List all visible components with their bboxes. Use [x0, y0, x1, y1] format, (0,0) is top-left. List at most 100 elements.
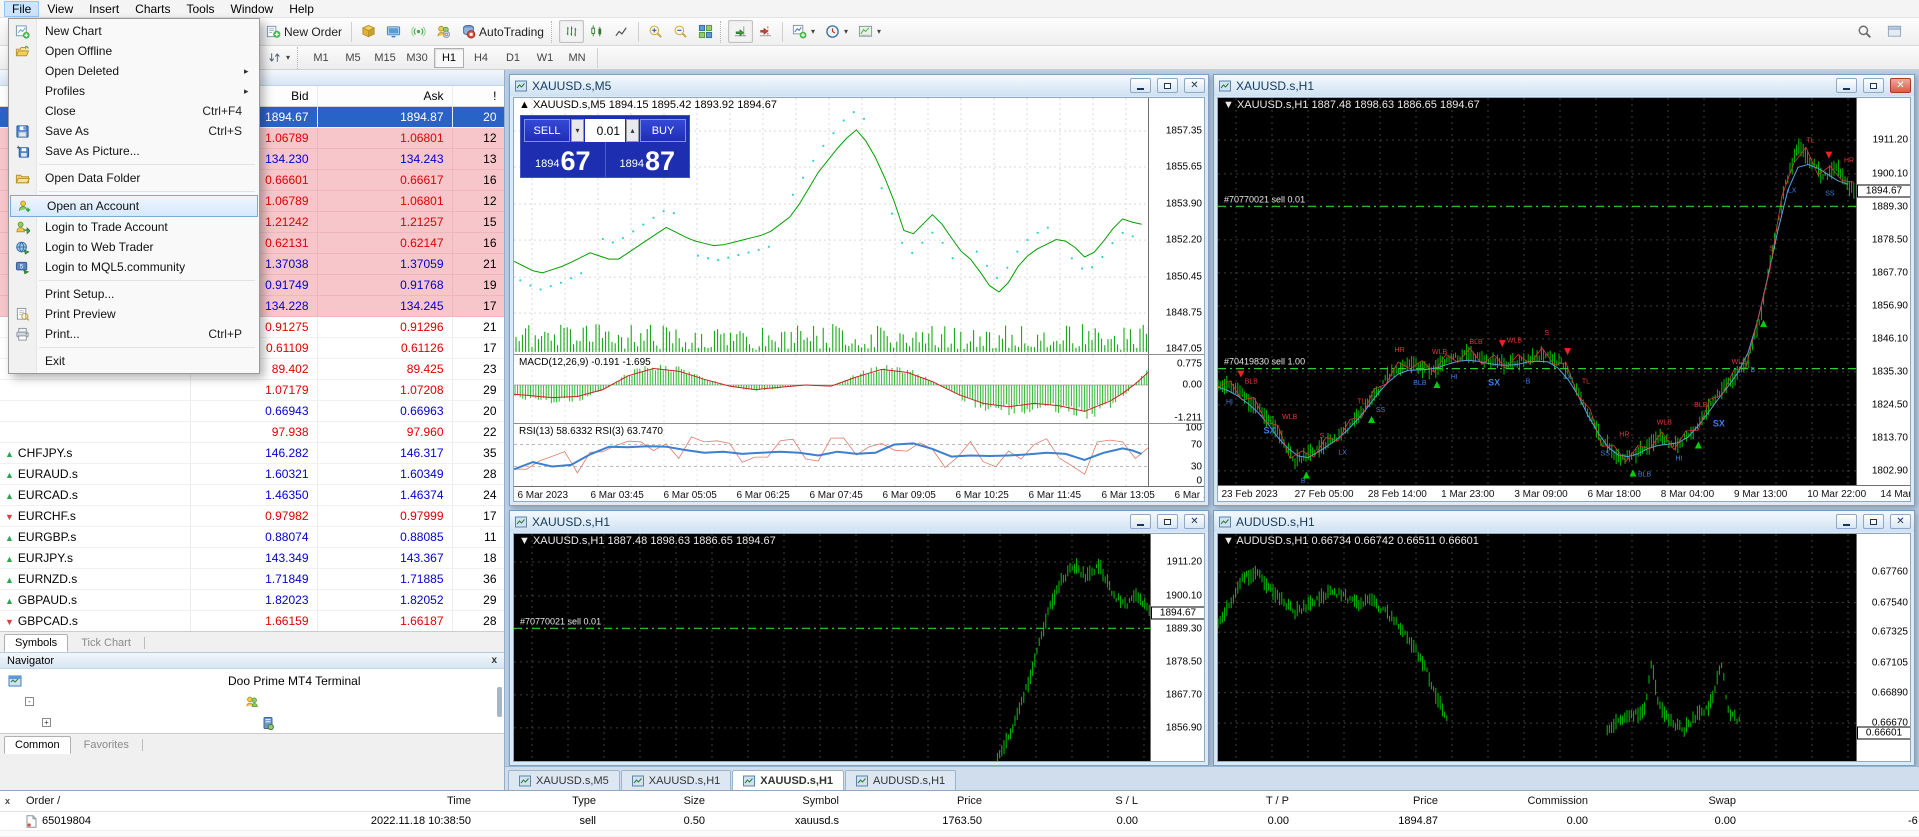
file-menu-open-an-account[interactable]: Open an Account [10, 195, 258, 217]
timeframe-h1[interactable]: H1 [434, 48, 464, 68]
close-button[interactable]: ✕ [1890, 514, 1911, 529]
file-menu-save-as-picture[interactable]: Save As Picture... [9, 141, 259, 161]
chart-tab-xauusd-h1-a[interactable]: XAUUSD.s,H1 [621, 770, 732, 790]
auto-scroll-button[interactable] [728, 20, 753, 43]
mw-row-gbpaud.s[interactable]: ▲GBPAUD.s1.820231.8205229 [0, 589, 504, 610]
volume-input[interactable]: 0.01 [585, 119, 625, 142]
restore-button[interactable] [1157, 78, 1178, 93]
tab-common[interactable]: Common [4, 736, 71, 754]
minimize-button[interactable] [1130, 78, 1151, 93]
restore-button[interactable] [1157, 514, 1178, 529]
mw-row[interactable]: 1.071791.0720829 [0, 379, 504, 400]
rsi-pane[interactable]: RSI(13) 58.6332 RSI(3) 63.7470 [514, 424, 1148, 486]
file-menu-print[interactable]: Print...Ctrl+P [9, 324, 259, 344]
col-tp[interactable]: T / P [1151, 795, 1297, 807]
menu-insert[interactable]: Insert [81, 1, 127, 17]
mw-row[interactable]: 97.93897.96022 [0, 421, 504, 442]
price-chart-plot[interactable]: #70770021 sell 0.01▼ XAUUSD.s,H1 1887.48… [514, 534, 1150, 762]
file-menu-save-as[interactable]: Save AsCtrl+S [9, 121, 259, 141]
restore-button[interactable] [1863, 78, 1884, 93]
timeframe-m30[interactable]: M30 [402, 48, 432, 68]
volume-decrease-button[interactable]: ▾ [571, 119, 584, 142]
mw-row-eurgbp.s[interactable]: ▲EURGBP.s0.880740.8808511 [0, 526, 504, 547]
chart-tab-audusd-h1[interactable]: AUDUSD.s,H1 [845, 770, 956, 790]
tab-symbols[interactable]: Symbols [4, 634, 68, 652]
mw-row-chfjpy.s[interactable]: ▲CHFJPY.s146.282146.31735 [0, 442, 504, 463]
menu-window[interactable]: Window [223, 1, 282, 17]
candle-chart-button[interactable] [584, 20, 609, 43]
volume-increase-button[interactable]: ▴ [626, 119, 639, 142]
timeframe-m1[interactable]: M1 [306, 48, 336, 68]
mw-row-euraud.s[interactable]: ▲EURAUD.s1.603211.6034928 [0, 463, 504, 484]
community-panel-button[interactable] [1882, 20, 1907, 43]
timeframe-mn[interactable]: MN [562, 48, 592, 68]
mw-row-eurnzd.s[interactable]: ▲EURNZD.s1.718491.7188536 [0, 568, 504, 589]
col-size[interactable]: Size [609, 795, 713, 807]
autotrading-button[interactable]: AutoTrading [456, 20, 549, 43]
sort-button[interactable]: ▾ [262, 46, 295, 69]
minimize-button[interactable] [1836, 514, 1857, 529]
tab-tick-chart[interactable]: Tick Chart [70, 634, 142, 652]
tab-favorites[interactable]: Favorites [73, 736, 140, 754]
file-menu-print-setup[interactable]: Print Setup... [9, 284, 259, 304]
mw-row[interactable]: 0.669430.6696320 [0, 400, 504, 421]
buy-button[interactable]: BUY [640, 119, 686, 142]
tree-expander-icon[interactable]: - [25, 697, 34, 706]
menu-charts[interactable]: Charts [127, 1, 178, 17]
minimize-button[interactable] [1130, 514, 1151, 529]
col-profit[interactable]: Profit [1749, 795, 1919, 807]
file-menu-login-to-web-trader[interactable]: Login to Web Trader [9, 237, 259, 257]
menu-file[interactable]: File [4, 1, 39, 17]
chart-window-titlebar[interactable]: XAUUSD.s,H1✕ [510, 511, 1208, 532]
tree-expander-icon[interactable]: + [42, 718, 51, 727]
new-order-button[interactable]: New Order [261, 20, 347, 43]
tile-windows-button[interactable] [693, 20, 718, 43]
bar-chart-button[interactable] [559, 20, 584, 43]
indicators-button[interactable]: ▾ [787, 20, 820, 43]
signals-button[interactable] [406, 20, 431, 43]
buy-price[interactable]: 189487 [606, 142, 690, 177]
price-chart-plot[interactable]: ▼ AUDUSD.s,H1 0.66734 0.66742 0.66511 0.… [1218, 534, 1856, 762]
menu-view[interactable]: View [39, 1, 81, 17]
file-menu-login-to-mql5-community[interactable]: 5Login to MQL5.community [9, 257, 259, 277]
zoom-out-button[interactable] [668, 20, 693, 43]
nav-item-dooprime-demo[interactable]: +DooPrime-Demo [0, 712, 504, 733]
zoom-in-button[interactable] [643, 20, 668, 43]
col-swap[interactable]: Swap [1601, 795, 1744, 807]
file-menu-close[interactable]: CloseCtrl+F4 [9, 101, 259, 121]
mw-row-gbpcad.s[interactable]: ▼GBPCAD.s1.661591.6618728 [0, 610, 504, 631]
col-sl[interactable]: S / L [995, 795, 1146, 807]
menu-tools[interactable]: Tools [179, 1, 223, 17]
file-menu-login-to-trade-account[interactable]: Login to Trade Account [9, 217, 259, 237]
timeframe-m15[interactable]: M15 [370, 48, 400, 68]
close-button[interactable]: ✕ [1890, 78, 1911, 93]
col-symbol[interactable]: Symbol [718, 795, 847, 807]
timeframe-d1[interactable]: D1 [498, 48, 528, 68]
sell-button[interactable]: SELL [524, 119, 570, 142]
mw-col-[interactable]: ! [452, 86, 504, 106]
navigator-close-icon[interactable]: x [491, 655, 497, 666]
file-menu-print-preview[interactable]: Print Preview [9, 304, 259, 324]
price-chart-plot[interactable]: HIBLBSXWLBBSLXTLSSHRBLBWLBHIBLBSXWLBBSLX… [1218, 98, 1856, 485]
chart-window-titlebar[interactable]: XAUUSD.s,H1✕ [1214, 75, 1914, 96]
sell-price[interactable]: 189467 [521, 142, 606, 177]
nav-item-accounts[interactable]: -Accounts [0, 691, 504, 712]
mw-row-eurchf.s[interactable]: ▼EURCHF.s0.979820.9799917 [0, 505, 504, 526]
chart-tab-xauusd-m5[interactable]: XAUUSD.s,M5 [508, 770, 620, 790]
restore-button[interactable] [1863, 514, 1884, 529]
file-menu-new-chart[interactable]: New Chart [9, 21, 259, 41]
file-menu-exit[interactable]: Exit [9, 351, 259, 371]
col-type[interactable]: Type [484, 795, 604, 807]
mw-col-ask[interactable]: Ask [317, 86, 452, 106]
price-chart-plot[interactable]: ▲ XAUUSD.s,M5 1894.15 1895.42 1893.92 18… [514, 98, 1148, 354]
line-chart-button[interactable] [609, 20, 634, 43]
history-cube-button[interactable] [356, 20, 381, 43]
order-row[interactable]: 650198042022.11.18 10:38:50sell0.50xauus… [0, 812, 1919, 831]
mw-row-eurjpy.s[interactable]: ▲EURJPY.s143.349143.36718 [0, 547, 504, 568]
nav-item-doo-prime-mt4-terminal[interactable]: Doo Prime MT4 Terminal [0, 670, 504, 691]
timeframe-m5[interactable]: M5 [338, 48, 368, 68]
macd-pane[interactable]: MACD(12,26,9) -0.191 -1.695 [514, 355, 1148, 423]
col-order[interactable]: Order / [0, 795, 215, 807]
chart-window-titlebar[interactable]: AUDUSD.s,H1✕ [1214, 511, 1914, 532]
minimize-button[interactable] [1836, 78, 1857, 93]
